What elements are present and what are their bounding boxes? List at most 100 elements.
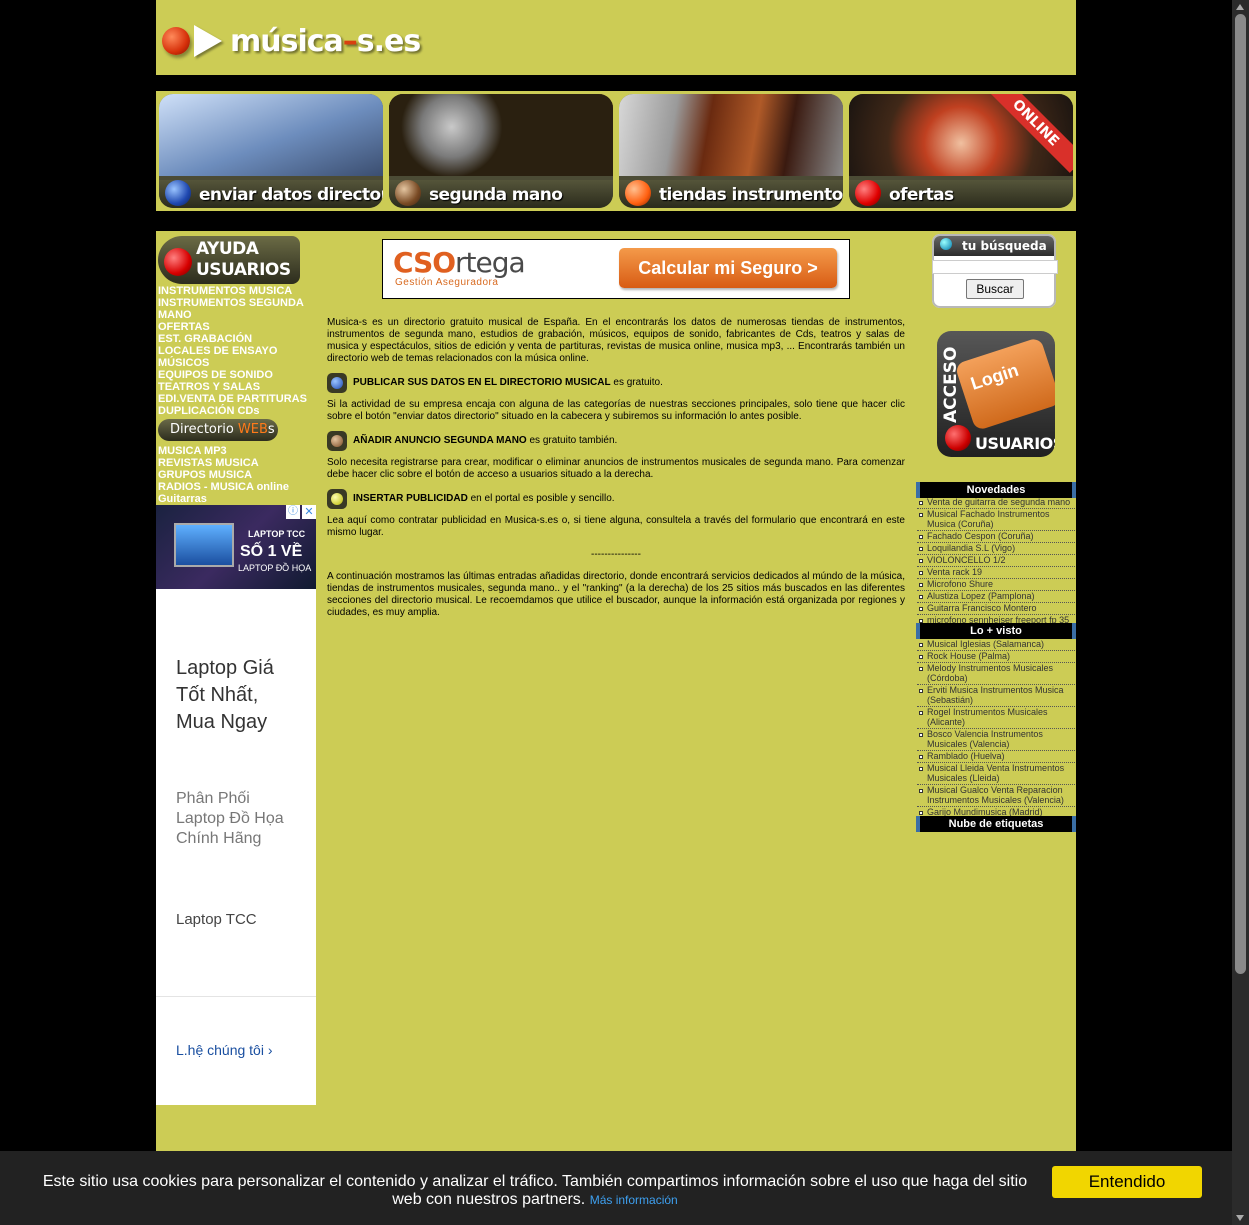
ayuda-usuarios-button[interactable]: AYUDA USUARIOS	[158, 236, 300, 284]
brown-dot-icon	[395, 180, 421, 206]
nav-link[interactable]: OFERTAS	[158, 321, 316, 333]
section-publicidad: INSERTAR PUBLICIDAD en el portal es posi…	[327, 489, 905, 509]
search-input[interactable]	[932, 260, 1058, 274]
banner-enviar-datos[interactable]: enviar datos directorio	[156, 91, 386, 211]
ad-brand: LAPTOP TCC	[248, 529, 306, 539]
cookie-message: Este sitio usa cookies para personalizar…	[42, 1173, 1028, 1208]
mas-visto-list: Musical Iglesias (Salamanca) Rock House …	[917, 639, 1075, 819]
list-item[interactable]: Musical Lleida Venta Instrumentos Musica…	[917, 763, 1075, 785]
chevron-right-icon: ›	[267, 1042, 273, 1058]
nav-link[interactable]: LOCALES DE ENSAYO	[158, 345, 316, 357]
usuarios-label: USUARIOS	[196, 260, 291, 280]
site-logo[interactable]: música–s.es	[162, 16, 421, 66]
list-item[interactable]: Rock House (Palma)	[917, 651, 1075, 663]
ad-info-icon[interactable]: ⓘ	[286, 505, 300, 519]
nav-link[interactable]: EST. GRABACIÓN	[158, 333, 316, 345]
list-item[interactable]: Rogel Instrumentos Musicales (Alicante)	[917, 707, 1075, 729]
section-segunda-mano: AÑADIR ANUNCIO SEGUNDA MANO es gratuito …	[327, 431, 905, 451]
nav-link[interactable]: REVISTAS MUSICA	[158, 457, 316, 469]
scroll-down-icon[interactable]	[1236, 1215, 1244, 1221]
ad-cta-link[interactable]: L.hệ chúng tôi ›	[176, 1042, 273, 1058]
list-item[interactable]: Loquilandia S.L (Vigo)	[917, 543, 1075, 555]
list-item[interactable]: Musical Gualco Venta Reparacion Instrume…	[917, 785, 1075, 807]
usuarios-label: USUARIOS	[975, 434, 1055, 453]
nav-link[interactable]: DUPLICACIÓN CDs	[158, 405, 316, 417]
search-box: tu búsqueda Buscar	[932, 234, 1058, 308]
list-item[interactable]: Alustiza Lopez (Pamplona)	[917, 591, 1075, 603]
banner-segunda-mano[interactable]: segunda mano	[386, 91, 616, 211]
acceso-label: ACCESO	[941, 346, 961, 423]
red-dot-icon	[945, 425, 971, 451]
section-body: Solo necesita registrarse para crear, mo…	[327, 457, 905, 480]
list-item[interactable]: Musical Fachado Instrumentos Musica (Cor…	[917, 509, 1075, 531]
list-item[interactable]: Fachado Cespon (Coruña)	[917, 531, 1075, 543]
pin-icon	[940, 238, 952, 250]
nav-link[interactable]: MÚSICOS	[158, 357, 316, 369]
ad-headline: SỐ 1 VỀ	[240, 543, 303, 560]
section-publicar: PUBLICAR SUS DATOS EN EL DIRECTORIO MUSI…	[327, 373, 905, 393]
scroll-up-icon[interactable]	[1236, 4, 1244, 10]
banner-label: enviar datos directorio	[199, 185, 383, 205]
insurance-ad[interactable]: CSOrtega Gestión Aseguradora Calcular mi…	[382, 239, 850, 299]
list-item[interactable]: Venta de guitarra de segunda mano	[917, 497, 1075, 509]
list-item[interactable]: Guitarra Francisco Montero	[917, 603, 1075, 615]
nav-link[interactable]: GRUPOS MUSICA	[158, 469, 316, 481]
ad-close-icon[interactable]: ✕	[302, 505, 316, 519]
mas-visto-header: Lo + visto	[916, 623, 1076, 639]
yellow-bullet-icon	[327, 489, 347, 509]
banner-label: segunda mano	[429, 185, 563, 205]
list-item[interactable]: Musical Iglesias (Salamanca)	[917, 639, 1075, 651]
blue-bullet-icon	[327, 373, 347, 393]
main-content: Musica-s es un directorio gratuito music…	[327, 317, 905, 627]
section-tail: es gratuito también.	[526, 435, 618, 446]
list-item[interactable]: Ramblado (Huelva)	[917, 751, 1075, 763]
logo-text: música–s.es	[230, 23, 421, 59]
laptop-image	[174, 523, 234, 567]
directorio-webs-header: Directorio WEBs	[158, 419, 278, 441]
nav-link[interactable]: INSTRUMENTOS MUSICA	[158, 285, 316, 297]
ad-logo: CSOrtega	[393, 246, 526, 279]
list-item[interactable]: Bosco Valencia Instrumentos Musicales (V…	[917, 729, 1075, 751]
novedades-list: Venta de guitarra de segunda mano Musica…	[917, 497, 1075, 627]
guitars-image	[619, 94, 843, 176]
nav-link[interactable]: EQUIPOS DE SONIDO	[158, 369, 316, 381]
red-dot-icon	[855, 180, 881, 206]
section-link[interactable]: INSERTAR PUBLICIDAD	[353, 493, 468, 504]
file-cards-image	[159, 94, 383, 176]
nav-link[interactable]: MUSICA MP3	[158, 445, 316, 457]
ad-banner-laptop[interactable]: LAPTOP TCC SỐ 1 VỀ LAPTOP ĐỒ HỌA ⓘ ✕	[156, 505, 316, 589]
list-item[interactable]: Venta rack 19	[917, 567, 1075, 579]
ad-brand: Laptop TCC	[176, 911, 257, 928]
nav-link[interactable]: EDI.VENTA DE PARTITURAS	[158, 393, 316, 405]
nav-link[interactable]: TEATROS Y SALAS	[158, 381, 316, 393]
list-item[interactable]: VIOLONCELLO 1/2	[917, 555, 1075, 567]
left-nav: INSTRUMENTOS MUSICA INSTRUMENTOS SEGUNDA…	[158, 285, 316, 417]
scrollbar[interactable]	[1232, 0, 1249, 1225]
ayuda-label: AYUDA	[196, 239, 259, 259]
mas-informacion-link[interactable]: Más información	[590, 1193, 678, 1207]
nav-link[interactable]: INSTRUMENTOS SEGUNDA MANO	[158, 297, 316, 321]
cookie-banner: Este sitio usa cookies para personalizar…	[0, 1151, 1232, 1225]
acceso-usuarios-button[interactable]: Login ACCESO USUARIOS	[937, 331, 1055, 457]
entendido-button[interactable]: Entendido	[1052, 1166, 1202, 1198]
play-icon	[194, 25, 222, 57]
section-body: Si la actividad de su empresa encaja con…	[327, 399, 905, 422]
banner-tiendas-instrumentos[interactable]: tiendas instrumentos	[616, 91, 846, 211]
outro-text: A continuación mostramos las últimas ent…	[327, 571, 905, 618]
section-tail: en el portal es posible y sencillo.	[467, 493, 615, 504]
nav-link[interactable]: Guitarras	[158, 493, 316, 505]
section-link[interactable]: PUBLICAR SUS DATOS EN EL DIRECTORIO MUSI…	[353, 377, 611, 388]
list-item[interactable]: Microfono Shure	[917, 579, 1075, 591]
header-separator	[156, 75, 1076, 91]
calcular-seguro-button[interactable]: Calcular mi Seguro >	[619, 248, 837, 288]
list-item[interactable]: Melody Instrumentos Musicales (Córdoba)	[917, 663, 1075, 685]
ad-text[interactable]: Laptop Giá Tốt Nhất, Mua Ngay Phân Phối …	[156, 589, 316, 1105]
section-link[interactable]: AÑADIR ANUNCIO SEGUNDA MANO	[353, 435, 527, 446]
section-tail: es gratuito.	[610, 377, 663, 388]
buscar-button[interactable]: Buscar	[966, 279, 1024, 299]
nav-link[interactable]: RADIOS - MUSICA online	[158, 481, 316, 493]
banner-ofertas[interactable]: ONLINE ofertas	[846, 91, 1076, 211]
ad-headline: Laptop Giá Tốt Nhất, Mua Ngay	[176, 657, 274, 733]
scroll-thumb[interactable]	[1235, 14, 1246, 974]
list-item[interactable]: Erviti Musica Instrumentos Musica (Sebas…	[917, 685, 1075, 707]
